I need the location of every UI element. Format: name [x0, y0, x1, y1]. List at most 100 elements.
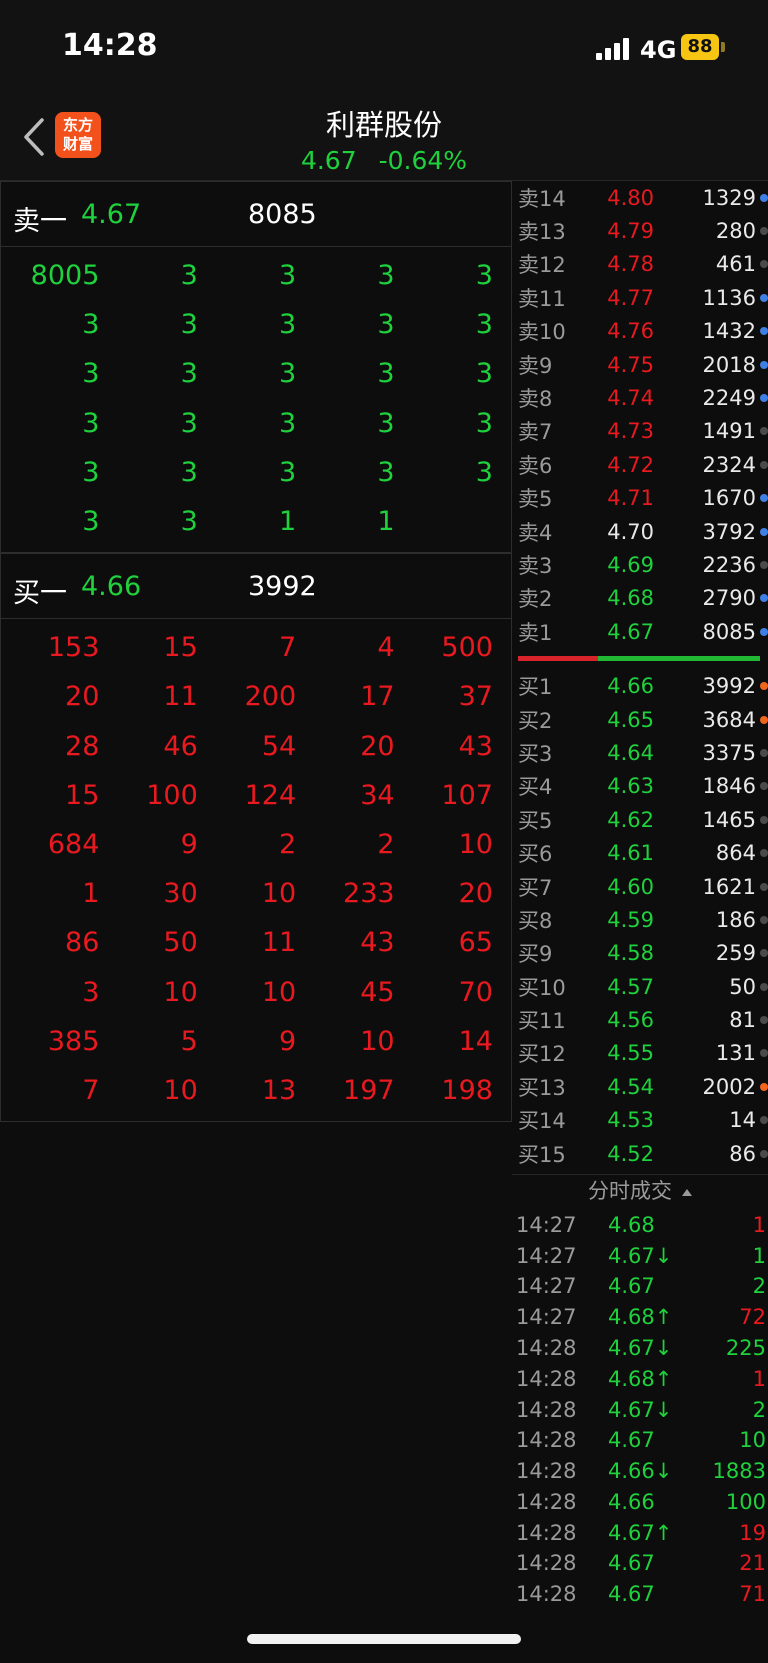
bid-level-row[interactable]: 买7 4.60 1621: [512, 870, 768, 903]
ticks-header[interactable]: 分时成交: [512, 1174, 768, 1209]
order-dot-icon: [760, 1082, 768, 1091]
level-volume: 2324: [702, 452, 756, 477]
sell-queue-header: 卖一 4.67 8085: [0, 181, 512, 247]
ask-level-row[interactable]: 卖7 4.73 1491: [512, 415, 768, 448]
order-dot-icon: [760, 782, 768, 791]
bid-level-row[interactable]: 买3 4.64 3375: [512, 736, 768, 769]
tick-row: 14:28 4.67↓ 2: [512, 1394, 768, 1425]
ask-level-row[interactable]: 卖10 4.76 1432: [512, 315, 768, 348]
order-dot-icon: [760, 527, 768, 536]
queue-cell: 1: [377, 506, 395, 538]
queue-cell: 7: [82, 1074, 100, 1106]
level-volume: 86: [729, 1141, 756, 1166]
queue-cell: 15: [163, 632, 198, 664]
ask-level-row[interactable]: 卖6 4.72 2324: [512, 448, 768, 481]
queue-cell: 10: [458, 828, 493, 860]
level-price: 4.66: [607, 674, 654, 699]
tick-time: 14:28: [516, 1459, 577, 1484]
bid-level-row[interactable]: 买8 4.59 186: [512, 903, 768, 936]
ask-level-row[interactable]: 卖8 4.74 2249: [512, 381, 768, 414]
level-price: 4.76: [607, 319, 654, 344]
order-dot-icon: [760, 682, 768, 691]
level-volume: 1432: [702, 319, 756, 344]
bid-level-row[interactable]: 买9 4.58 259: [512, 937, 768, 970]
bid-level-row[interactable]: 买13 4.54 2002: [512, 1070, 768, 1103]
level-volume: 3684: [702, 707, 756, 732]
level-label: 买14: [518, 1109, 566, 1134]
queue-cell: 3: [278, 407, 297, 439]
queue-cell: 17: [360, 681, 395, 713]
bid-level-row[interactable]: 买4 4.63 1846: [512, 770, 768, 803]
ask-level-row[interactable]: 卖4 4.70 3792: [512, 515, 768, 548]
tick-row: 14:28 4.67 21: [512, 1548, 768, 1579]
tick-volume: 71: [739, 1582, 766, 1607]
level-price: 4.75: [607, 352, 654, 377]
level-price: 4.72: [607, 452, 654, 477]
tick-time: 14:27: [516, 1212, 577, 1237]
queue-row: 684 9 2 2 10: [1, 820, 511, 869]
queue-cell: 3: [377, 456, 395, 488]
queue-row: 28 46 54 20 43: [1, 722, 511, 771]
level-price: 4.67: [607, 619, 654, 644]
tick-row: 14:28 4.67 71: [512, 1579, 768, 1610]
queue-cell: 46: [163, 730, 198, 762]
tick-row: 14:27 4.67 2: [512, 1271, 768, 1302]
home-indicator[interactable]: [247, 1634, 521, 1644]
level-label: 卖3: [518, 553, 553, 578]
order-dot-icon: [760, 627, 768, 636]
ask-level-row[interactable]: 卖2 4.68 2790: [512, 582, 768, 615]
level-price: 4.59: [607, 907, 654, 932]
queue-row: 3 3 1 1: [1, 497, 511, 546]
buy-queue-label: 买一: [13, 578, 67, 610]
ask-level-row[interactable]: 卖3 4.69 2236: [512, 548, 768, 581]
queue-cell: 198: [441, 1074, 493, 1106]
tick-time: 14:27: [516, 1243, 577, 1268]
queue-cell: 65: [458, 927, 493, 959]
queue-row: 385 5 9 10 14: [1, 1017, 511, 1066]
level-volume: 131: [715, 1041, 756, 1066]
bid-level-row[interactable]: 买6 4.61 864: [512, 836, 768, 869]
order-dot-icon: [760, 460, 768, 469]
bid-level-row[interactable]: 买14 4.53 14: [512, 1104, 768, 1137]
queue-cell: 15: [65, 779, 100, 811]
queue-cell: 10: [163, 1074, 198, 1106]
tick-price: 4.68↑: [608, 1366, 673, 1391]
buy-queue-price: 4.66: [81, 571, 142, 603]
queue-row: 3 3 3 3 3: [1, 349, 511, 398]
queue-cell: 3: [278, 456, 297, 488]
tick-time: 14:27: [516, 1274, 577, 1299]
tick-price: 4.68: [608, 1212, 655, 1237]
bid-level-row[interactable]: 买1 4.66 3992: [512, 669, 768, 702]
bid-level-row[interactable]: 买10 4.57 50: [512, 970, 768, 1003]
level-volume: 461: [715, 252, 756, 277]
queue-cell: 2: [377, 828, 395, 860]
tick-price: 4.67↓: [608, 1397, 673, 1422]
queue-cell: 37: [458, 681, 493, 713]
bid-level-row[interactable]: 买11 4.56 81: [512, 1003, 768, 1036]
queue-cell: 197: [343, 1074, 395, 1106]
ask-level-row[interactable]: 卖11 4.77 1136: [512, 281, 768, 314]
ask-level-row[interactable]: 卖5 4.71 1670: [512, 482, 768, 515]
order-dot-icon: [760, 360, 768, 369]
ask-level-row[interactable]: 卖12 4.78 461: [512, 248, 768, 281]
level-volume: 1491: [702, 419, 756, 444]
queue-cell: 13: [261, 1074, 297, 1106]
level-label: 卖2: [518, 587, 553, 612]
queue-cell: 45: [360, 976, 395, 1008]
level-volume: 3792: [702, 519, 756, 544]
bid-level-row[interactable]: 买12 4.55 131: [512, 1037, 768, 1070]
bid-level-row[interactable]: 买2 4.65 3684: [512, 703, 768, 736]
ask-level-row[interactable]: 卖9 4.75 2018: [512, 348, 768, 381]
level-price: 4.70: [607, 519, 654, 544]
ask-level-row[interactable]: 卖14 4.80 1329: [512, 181, 768, 214]
queue-cell: 153: [47, 632, 100, 664]
ask-level-row[interactable]: 卖13 4.79 280: [512, 214, 768, 247]
level-volume: 1846: [702, 774, 756, 799]
queue-cell: 11: [163, 681, 198, 713]
ask-level-row[interactable]: 卖1 4.67 8085: [512, 615, 768, 648]
bid-level-row[interactable]: 买15 4.52 86: [512, 1137, 768, 1170]
level-price: 4.69: [607, 552, 654, 577]
caret-up-icon: [682, 1188, 692, 1196]
tick-price: 4.67↑: [608, 1520, 673, 1545]
bid-level-row[interactable]: 买5 4.62 1465: [512, 803, 768, 836]
